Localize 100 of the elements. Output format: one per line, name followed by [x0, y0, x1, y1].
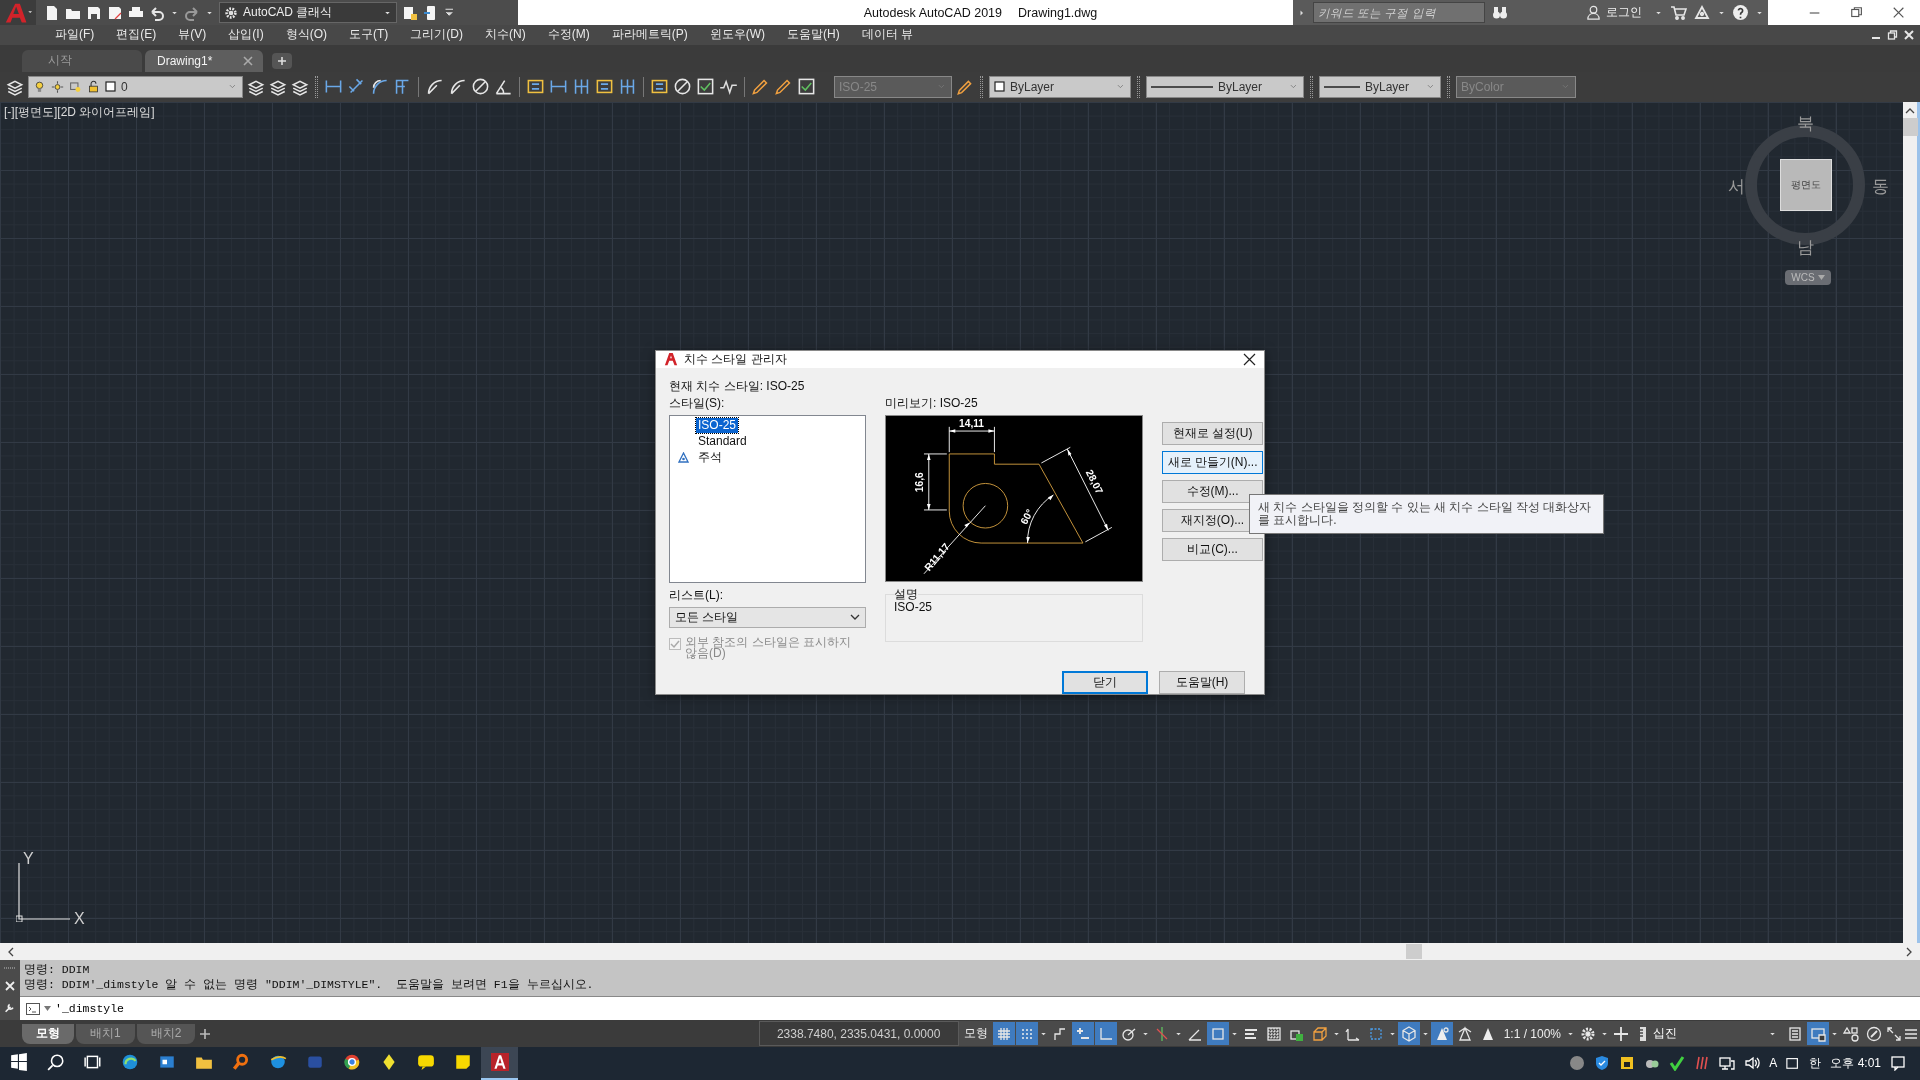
windows-icon[interactable]: [9, 1053, 28, 1072]
menu-item[interactable]: 형식(O): [276, 26, 340, 44]
arc-icon[interactable]: [448, 77, 467, 97]
menu-item[interactable]: 치수(N): [476, 26, 539, 44]
menu-item[interactable]: 윈도우(W): [700, 26, 778, 44]
page-icon[interactable]: [44, 4, 60, 21]
lineweight-dropdown[interactable]: ByLayer: [1319, 75, 1441, 98]
dialog-button[interactable]: 도움말(H): [1159, 670, 1245, 694]
arc-icon[interactable]: [425, 77, 444, 97]
corner-toggle[interactable]: [1094, 1022, 1117, 1045]
binoculars-icon[interactable]: [1491, 4, 1509, 21]
command-input[interactable]: '_dimstyle: [55, 1002, 124, 1016]
cursor-input-toggle[interactable]: [1071, 1022, 1094, 1045]
notification-icon[interactable]: [1890, 1055, 1906, 1072]
restore-icon[interactable]: [1887, 30, 1898, 40]
grid-toggle[interactable]: [992, 1022, 1015, 1045]
zigzag-icon[interactable]: [719, 77, 738, 97]
style-item[interactable]: Standard: [696, 434, 749, 450]
annotation-toggle[interactable]: [1430, 1022, 1453, 1045]
clock[interactable]: 오후 4:01: [1830, 1055, 1881, 1072]
compass-direction[interactable]: 서: [1728, 174, 1745, 198]
circle-icon[interactable]: [471, 77, 490, 97]
scroll-right-icon[interactable]: [1906, 946, 1914, 957]
angle-icon[interactable]: [494, 77, 513, 97]
menu-item[interactable]: 수정(M): [538, 26, 603, 44]
speaker-icon[interactable]: [1744, 1055, 1761, 1072]
prompt-icon[interactable]: [26, 1002, 40, 1015]
annotation-scale-dropdown[interactable]: 1:1 / 100%: [1499, 1026, 1565, 1041]
bars-icon[interactable]: [572, 77, 591, 97]
pencil-icon[interactable]: [751, 77, 770, 97]
square-snap-toggle[interactable]: [1206, 1022, 1229, 1045]
fullscreen-icon[interactable]: [1886, 1025, 1902, 1042]
shield-icon[interactable]: [1594, 1055, 1611, 1072]
undo-icon[interactable]: [149, 4, 165, 21]
viewcube-face[interactable]: 평면도: [1780, 158, 1832, 211]
triangle-icon[interactable]: [1693, 4, 1711, 21]
menu-item[interactable]: 뷰(V): [169, 26, 220, 44]
language-indicator[interactable]: 한: [1809, 1055, 1822, 1072]
linetype-dropdown[interactable]: ByLayer: [1146, 75, 1304, 98]
file-tab[interactable]: Drawing1*: [145, 49, 263, 72]
pencil-icon[interactable]: [774, 77, 793, 97]
close-icon[interactable]: [1892, 5, 1906, 20]
close-icon[interactable]: [1243, 352, 1256, 366]
layout-tab[interactable]: 모형: [22, 1023, 74, 1044]
style-item[interactable]: ISO-25: [696, 418, 738, 434]
menu-item[interactable]: 그리기(D): [401, 26, 476, 44]
grip-icon[interactable]: [3, 965, 17, 970]
input-mode-indicator[interactable]: A: [1769, 1056, 1778, 1071]
menu-item[interactable]: 파일(F): [46, 26, 108, 44]
caret-icon[interactable]: [44, 1006, 51, 1012]
help-icon[interactable]: [1732, 4, 1749, 21]
pencil-icon[interactable]: [956, 77, 974, 96]
skype-icon[interactable]: [1569, 1055, 1586, 1072]
dialog-button[interactable]: 닫기: [1062, 670, 1148, 694]
arc-icon[interactable]: [370, 77, 389, 97]
stripes-icon[interactable]: [1694, 1055, 1711, 1072]
menu-item[interactable]: 편집(E): [107, 26, 170, 44]
floppy-icon[interactable]: [86, 4, 102, 21]
dots-toggle[interactable]: [1015, 1022, 1038, 1045]
menu-item[interactable]: 데이터 뷰: [852, 26, 926, 44]
space-toggle[interactable]: 모형: [959, 1025, 992, 1042]
lock-icon[interactable]: [1619, 1055, 1636, 1072]
menu-item[interactable]: 도움말(H): [778, 26, 853, 44]
scroll-left-icon[interactable]: [6, 946, 14, 957]
plus-icon[interactable]: [272, 52, 292, 69]
network-icon[interactable]: [1719, 1055, 1736, 1072]
dialog-button[interactable]: 새로 만들기(N)...: [1162, 450, 1263, 474]
menu-item[interactable]: 삽입(I): [219, 26, 277, 44]
compass-direction[interactable]: 동: [1872, 174, 1889, 198]
restore-icon[interactable]: [1850, 5, 1864, 20]
redo-icon[interactable]: [184, 4, 200, 21]
keyboard-icon[interactable]: [1786, 1055, 1801, 1072]
layer-dropdown[interactable]: 0: [28, 75, 243, 98]
dialog-button[interactable]: 수정(M)...: [1162, 479, 1263, 503]
workspace-dropdown[interactable]: AutoCAD 클래식: [219, 2, 397, 23]
dialog-button[interactable]: 현재로 설정(U): [1162, 421, 1263, 445]
check-icon[interactable]: [797, 77, 816, 97]
style-list[interactable]: ISO-25 Standard 주석: [669, 414, 866, 583]
scroll-thumb[interactable]: [1406, 944, 1422, 960]
dialog-button[interactable]: 비교(C)...: [1162, 537, 1263, 561]
circle-icon[interactable]: [673, 77, 692, 97]
bars-icon[interactable]: [618, 77, 637, 97]
check-icon[interactable]: [696, 77, 715, 97]
hexagon-toggle[interactable]: [1397, 1022, 1420, 1045]
cart-icon[interactable]: [1669, 4, 1687, 21]
floppy-icon[interactable]: [107, 4, 123, 21]
compass-direction[interactable]: 남: [1797, 235, 1814, 259]
search-field[interactable]: 키워드 또는 구절 입력: [1313, 2, 1485, 23]
checkmark-icon[interactable]: [1669, 1055, 1686, 1072]
viewport-label[interactable]: [-][평면도][2D 와이어프레임]: [4, 103, 155, 121]
menu-item[interactable]: 파라메트릭(P): [602, 26, 701, 44]
menu-item[interactable]: 도구(T): [340, 26, 402, 44]
style-item[interactable]: 주석: [696, 450, 724, 466]
taskbar-app[interactable]: [481, 1047, 518, 1080]
search-icon[interactable]: [46, 1053, 65, 1072]
coordinates-display[interactable]: 2338.7480, 2335.0431, 0.0000: [758, 1021, 959, 1046]
compass-direction[interactable]: 북: [1797, 111, 1814, 135]
monitor-toggle[interactable]: [1807, 1022, 1829, 1045]
color-dropdown[interactable]: ByLayer: [989, 75, 1131, 98]
list-dropdown[interactable]: 모든 스타일: [669, 606, 866, 628]
